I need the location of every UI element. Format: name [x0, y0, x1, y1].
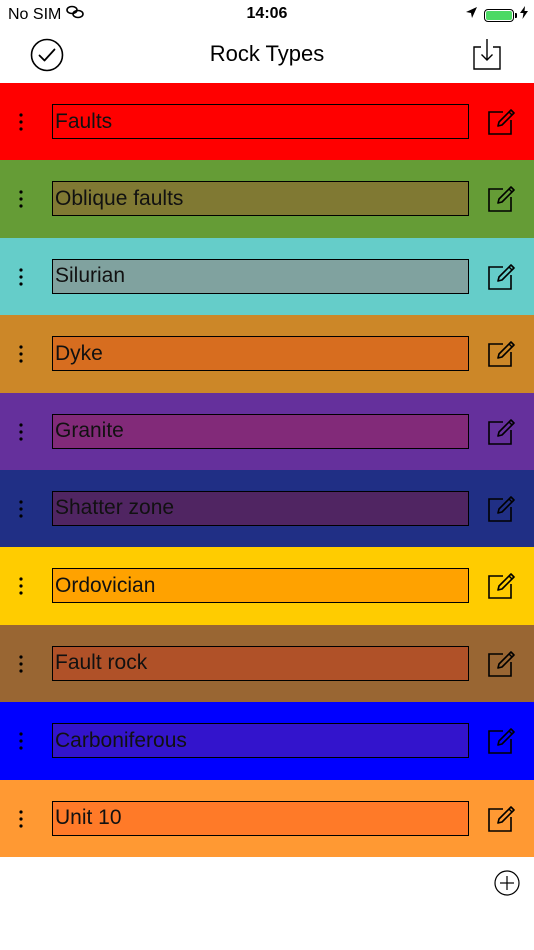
- status-bar: No SIM 14:06: [0, 0, 534, 28]
- location-arrow-icon: [465, 6, 478, 24]
- rock-name-field[interactable]: Oblique faults: [52, 181, 469, 217]
- rock-name-field[interactable]: Faults: [52, 104, 469, 139]
- rock-name-field[interactable]: Carboniferous: [52, 723, 469, 759]
- rock-type-row[interactable]: Fault rock: [0, 624, 534, 703]
- edit-icon[interactable]: [486, 184, 516, 214]
- status-right-group: [465, 6, 528, 24]
- rock-type-row[interactable]: Faults: [0, 83, 534, 161]
- drag-handle-icon[interactable]: [14, 188, 28, 210]
- rock-types-screen: No SIM 14:06 Rock Types Faults Oblique f…: [0, 0, 534, 950]
- status-time: 14:06: [246, 5, 288, 22]
- page-title: Rock Types: [209, 41, 325, 66]
- edit-icon[interactable]: [486, 726, 516, 756]
- rock-type-row[interactable]: Oblique faults: [0, 160, 534, 238]
- rock-name-field[interactable]: Silurian: [52, 258, 469, 294]
- rock-type-row[interactable]: Granite: [0, 392, 534, 470]
- edit-icon[interactable]: [486, 417, 516, 447]
- rock-types-list: Faults Oblique faults Silurian Dyke Granite S…: [0, 83, 534, 857]
- add-circle-icon[interactable]: [494, 870, 520, 896]
- edit-icon[interactable]: [486, 339, 516, 369]
- drag-handle-icon[interactable]: [14, 421, 28, 443]
- charging-bolt-icon: [520, 6, 528, 24]
- rock-type-row[interactable]: Ordovician: [0, 547, 534, 625]
- rock-type-row[interactable]: Silurian: [0, 237, 534, 316]
- edit-icon[interactable]: [486, 571, 516, 601]
- drag-handle-icon[interactable]: [14, 730, 28, 752]
- edit-icon[interactable]: [486, 262, 516, 292]
- drag-handle-icon[interactable]: [14, 111, 28, 133]
- edit-icon[interactable]: [486, 804, 516, 834]
- rock-type-row[interactable]: Carboniferous: [0, 702, 534, 780]
- battery-fill: [486, 10, 512, 20]
- rock-name-field[interactable]: Unit 10: [52, 800, 469, 836]
- drag-handle-icon[interactable]: [14, 653, 28, 675]
- edit-icon[interactable]: [486, 494, 516, 524]
- drag-handle-icon[interactable]: [14, 498, 28, 520]
- rock-type-row[interactable]: Shatter zone: [0, 469, 534, 548]
- rock-name-field[interactable]: Dyke: [52, 336, 469, 372]
- drag-handle-icon[interactable]: [14, 343, 28, 365]
- drag-handle-icon[interactable]: [14, 575, 28, 597]
- rock-type-row[interactable]: Unit 10: [0, 779, 534, 857]
- rock-name-field[interactable]: Ordovician: [52, 568, 469, 604]
- rock-name-field[interactable]: Granite: [52, 413, 469, 449]
- edit-icon[interactable]: [486, 649, 516, 679]
- rock-type-row[interactable]: Dyke: [0, 315, 534, 393]
- navigation-bar: Rock Types: [0, 28, 534, 83]
- rock-name-field[interactable]: Fault rock: [52, 645, 469, 681]
- drag-handle-icon[interactable]: [14, 808, 28, 830]
- battery-tip: [515, 12, 517, 18]
- battery-icon: [484, 8, 517, 22]
- download-tray-icon[interactable]: [472, 37, 502, 71]
- rock-name-field[interactable]: Shatter zone: [52, 490, 469, 526]
- edit-icon[interactable]: [486, 107, 516, 137]
- drag-handle-icon[interactable]: [14, 266, 28, 288]
